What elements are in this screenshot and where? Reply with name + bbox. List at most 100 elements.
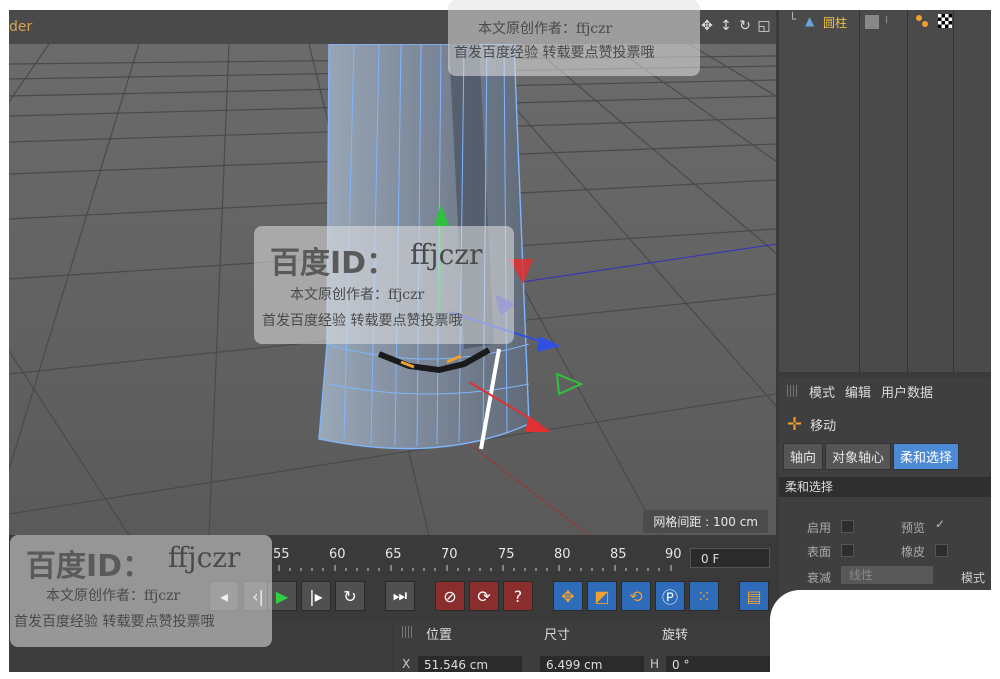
object-row-cylinder[interactable]: └ ▲ 圆柱 ⁞ (779, 10, 991, 34)
rubber-checkbox[interactable] (935, 544, 948, 557)
watermark-top: 本文原创作者：ffjczr 首发百度经验 转载要点赞投票哦 (448, 0, 700, 76)
object-manager-divider (953, 10, 954, 372)
x-axis-label: X (402, 657, 411, 671)
viewport-nav-icons: ✥ ↕ ↻ ◱ (699, 18, 772, 34)
rubber-label: 橡皮 (901, 545, 926, 559)
attribute-tabs: 模式 编辑 用户数据 (779, 377, 991, 405)
tick-label: 85 (610, 547, 627, 562)
watermark-text: 首发百度经验 转载要点赞投票哦 (454, 45, 655, 61)
tick-label: 80 (554, 547, 571, 562)
grip-icon[interactable] (402, 626, 414, 638)
rotate-icon: ⟲ (629, 586, 643, 606)
rotate-view-icon[interactable]: ↻ (737, 18, 753, 34)
position-x-field[interactable]: 51.546 cm (418, 656, 522, 672)
tool-name: 移动 (810, 419, 837, 434)
grid-spacing-label: 网格间距 : 100 cm (643, 510, 768, 533)
tick-label: 60 (329, 547, 346, 562)
h-axis-label: H (650, 657, 660, 671)
watermark-text: 首发百度经验 转载要点赞投票哦 (262, 313, 463, 329)
watermark-center: 百度ID： ffjczr 本文原创作者：ffjczr 首发百度经验 转载要点赞投… (254, 226, 514, 344)
cylinder-object-icon: ▲ (805, 14, 815, 28)
tick-label: 70 (441, 547, 458, 562)
dots-grid-icon: ⁙ (697, 586, 711, 606)
tool-title: ✛ 移动 (787, 415, 836, 434)
tick-label: 90 (665, 547, 682, 562)
watermark-title: 百度ID： (26, 549, 153, 584)
phong-tag-icon[interactable] (865, 15, 879, 29)
soft-selection-section[interactable]: 柔和选择 (779, 477, 991, 497)
position-header: 位置 (426, 628, 453, 643)
surface-checkbox[interactable] (841, 544, 854, 557)
pla-key-button[interactable]: ⁙ (689, 581, 719, 611)
object-axis-button[interactable]: 对象轴心 (825, 443, 892, 470)
maximize-view-icon[interactable]: ◱ (756, 18, 772, 34)
watermark-text: 首发百度经验 转载要点赞投票哦 (14, 614, 215, 630)
tab-user-data[interactable]: 用户数据 (881, 382, 933, 401)
move-key-button[interactable]: ✥ (553, 581, 583, 611)
rotation-h-field[interactable]: 0 ° (666, 656, 770, 672)
autokey-button[interactable]: ⟳ (469, 581, 499, 611)
rotation-header: 旋转 (662, 628, 689, 643)
tick-label: 55 (273, 547, 290, 562)
size-x-field[interactable]: 6.499 cm (540, 656, 644, 672)
watermark-text: 本文原创作者：ffjczr (290, 287, 425, 303)
viewport-title: der (9, 19, 33, 35)
object-manager-divider (907, 10, 908, 372)
next-frame-icon: |▸ (309, 586, 323, 606)
preview-check-icon[interactable]: ✓ (935, 517, 945, 531)
coordinates-manager: 位置 尺寸 旋转 X 51.546 cm 6.499 cm H 0 ° (394, 620, 779, 672)
loop-button[interactable]: ↻ (335, 581, 365, 611)
record-key-icon: ⊘ (443, 586, 457, 606)
mode-buttons: 轴向 对象轴心 柔和选择 (783, 443, 960, 470)
falloff-dropdown[interactable]: 线性 (841, 566, 933, 584)
object-manager-divider (859, 10, 860, 372)
param-icon: Ⓟ (661, 588, 678, 607)
object-manager: └ ▲ 圆柱 ⁞ (779, 10, 991, 372)
watermark-id: ffjczr (168, 541, 241, 574)
enable-checkbox[interactable] (841, 520, 854, 533)
watermark-text: 本文原创作者：ffjczr (46, 588, 181, 604)
current-frame-field[interactable]: 0 F (690, 548, 770, 568)
watermark-id: ffjczr (410, 238, 483, 271)
move-icon: ✥ (561, 586, 575, 606)
tree-branch-icon: └ (789, 12, 797, 26)
tick-label: 65 (385, 547, 402, 562)
question-icon: ? (513, 586, 523, 606)
visibility-dots-icon[interactable]: ⁞ (885, 15, 888, 26)
play-icon: ▶ (275, 586, 289, 606)
obscured-area (770, 590, 1000, 679)
material-dots-icon[interactable] (915, 14, 929, 28)
goto-end-icon: ⏭ (392, 586, 408, 605)
scale-icon: ◩ (594, 586, 610, 606)
watermark-title: 百度ID： (270, 246, 397, 281)
rotate-key-button[interactable]: ⟲ (621, 581, 651, 611)
enable-label: 启用 (807, 521, 832, 535)
scale-key-button[interactable]: ◩ (587, 581, 617, 611)
goto-end-button[interactable]: ⏭ (385, 581, 415, 611)
grip-icon[interactable] (787, 385, 799, 397)
soft-selection-button[interactable]: 柔和选择 (893, 443, 960, 470)
watermark-text: 本文原创作者：ffjczr (478, 21, 613, 37)
move-tool-icon: ✛ (787, 413, 803, 435)
param-key-button[interactable]: Ⓟ (655, 581, 685, 611)
size-header: 尺寸 (544, 628, 571, 643)
record-button[interactable]: ⊘ (435, 581, 465, 611)
move-view-icon[interactable]: ✥ (699, 18, 715, 34)
preview-label: 预览 (901, 521, 926, 535)
tab-edit[interactable]: 编辑 (845, 382, 871, 401)
falloff-label: 衰减 (807, 571, 832, 585)
tick-label: 75 (498, 547, 515, 562)
watermark-bottom: 百度ID： ffjczr 本文原创作者：ffjczr 首发百度经验 转载要点赞投… (10, 535, 272, 647)
checker-tag-icon[interactable] (938, 14, 952, 28)
film-icon: ▤ (746, 586, 762, 606)
loop-icon: ↻ (343, 586, 357, 606)
axis-button[interactable]: 轴向 (783, 443, 824, 470)
keyframe-help-button[interactable]: ? (503, 581, 533, 611)
next-frame-button[interactable]: |▸ (301, 581, 331, 611)
tab-mode[interactable]: 模式 (809, 382, 835, 401)
object-name[interactable]: 圆柱 (823, 14, 847, 31)
zoom-view-icon[interactable]: ↕ (718, 18, 734, 34)
mode-label: 模式 (961, 571, 986, 585)
autokey-icon: ⟳ (477, 586, 491, 606)
film-button[interactable]: ▤ (739, 581, 769, 611)
